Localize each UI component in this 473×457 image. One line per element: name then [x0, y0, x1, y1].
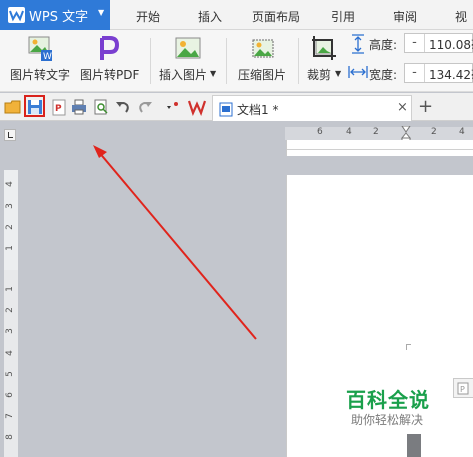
- height-decrease-button[interactable]: -: [405, 34, 425, 52]
- width-value: 134.42毫: [429, 68, 473, 82]
- app-title: WPS 文字: [29, 10, 89, 25]
- ruler-number: 6: [317, 127, 323, 137]
- width-label: 宽度:: [369, 68, 398, 82]
- svg-text:P: P: [460, 385, 465, 394]
- width-decrease-button[interactable]: -: [405, 64, 425, 82]
- crop-dropdown-icon[interactable]: ▼: [335, 69, 341, 78]
- ruler-number: 4: [4, 181, 15, 187]
- close-tab-icon[interactable]: ×: [397, 100, 408, 115]
- height-label: 高度:: [369, 38, 398, 52]
- svg-text:P: P: [55, 104, 62, 114]
- ruler-number: 1: [4, 286, 15, 292]
- picture-to-text-icon: W: [28, 36, 52, 62]
- menu-page-layout[interactable]: 页面布局: [252, 8, 300, 25]
- document-tab[interactable]: 文档1 * ×: [212, 95, 412, 121]
- crop-label: 裁剪: [307, 68, 332, 82]
- ruler-number: 2: [4, 224, 15, 230]
- menu-bar: WPS 文字 ▼ 开始 插入 页面布局 引用 审阅 视: [0, 0, 473, 30]
- menu-home[interactable]: 开始: [136, 8, 160, 25]
- ruler-number: 3: [4, 203, 15, 209]
- height-icon: [352, 34, 364, 54]
- pic-to-pdf-label: 图片转PDF: [80, 68, 140, 82]
- previous-page-bottom: [286, 140, 473, 156]
- ruler-tab-selector[interactable]: [4, 129, 16, 141]
- ruler-number: 4: [459, 127, 465, 137]
- insert-picture-label: 插入图片: [159, 68, 208, 82]
- ruler-number: 2: [4, 307, 15, 313]
- ruler-text-area: [4, 270, 18, 457]
- redo-icon[interactable]: [136, 98, 154, 116]
- insert-picture-button[interactable]: 插入图片 ▼: [158, 30, 220, 92]
- menu-references[interactable]: 引用: [331, 8, 355, 25]
- ruler-number: 3: [4, 328, 15, 334]
- insert-picture-icon: [175, 37, 201, 59]
- customize-toolbar-icon[interactable]: [164, 98, 182, 116]
- print-preview-icon[interactable]: [92, 98, 110, 116]
- crop-button[interactable]: 裁剪 ▼: [304, 30, 344, 92]
- horizontal-ruler[interactable]: 6 4 2 2 4: [285, 126, 473, 144]
- ruler-number: 6: [4, 392, 15, 398]
- ruler-number: 8: [4, 434, 15, 440]
- floating-tool-button[interactable]: P: [453, 378, 473, 398]
- document-tab-title: 文档1 *: [237, 103, 279, 117]
- ruler-number: 7: [4, 413, 15, 419]
- quick-access-toolbar: P 文档1 * × +: [0, 93, 473, 121]
- app-menu-caret-icon: ▼: [98, 8, 105, 17]
- wps-logo-icon: [8, 7, 25, 23]
- save-icon[interactable]: [26, 98, 44, 116]
- print-icon[interactable]: [70, 98, 88, 116]
- site-watermark: 百科全说 助你轻松解决: [336, 378, 438, 432]
- ribbon-toolbar: W 图片转文字 图片转PDF 插入图片 ▼ 压缩图片 裁剪 ▼ 高度: - 11…: [0, 30, 473, 92]
- wps-brand-icon[interactable]: [188, 98, 206, 116]
- watermark-subtitle: 助你轻松解决: [351, 413, 424, 427]
- pic-to-text-label: 图片转文字: [10, 68, 71, 82]
- document-icon: [219, 102, 233, 117]
- width-icon: [348, 66, 368, 78]
- ruler-number: 4: [346, 127, 352, 137]
- insert-picture-dropdown-icon[interactable]: ▼: [210, 69, 216, 78]
- open-folder-icon[interactable]: [4, 98, 22, 116]
- ruler-number: 1: [4, 245, 15, 251]
- scroll-indicator: [407, 434, 421, 457]
- ribbon-separator: [150, 38, 151, 84]
- height-value: 110.08毫: [429, 38, 473, 52]
- height-input[interactable]: - 110.08毫: [404, 33, 473, 53]
- undo-icon[interactable]: [114, 98, 132, 116]
- ruler-number: 4: [4, 350, 15, 356]
- floating-tool-icon: P: [457, 382, 469, 395]
- pdf-icon: [100, 36, 120, 60]
- vertical-ruler[interactable]: 4 3 2 1 1 2 3 4 5 6 7 8: [4, 170, 18, 457]
- ruler-number: 5: [4, 371, 15, 377]
- menu-view[interactable]: 视: [455, 8, 467, 25]
- ruler-number: 2: [373, 127, 379, 137]
- svg-text:W: W: [43, 52, 52, 62]
- app-menu-button[interactable]: WPS 文字 ▼: [0, 0, 110, 30]
- pic-to-pdf-button[interactable]: 图片转PDF: [78, 30, 142, 92]
- ribbon-separator: [226, 38, 227, 84]
- paragraph-margin-mark: [406, 344, 411, 350]
- compress-picture-icon: [252, 39, 274, 58]
- watermark-title: 百科全说: [346, 388, 430, 412]
- compress-picture-button[interactable]: 压缩图片: [234, 30, 292, 92]
- menu-insert[interactable]: 插入: [198, 8, 222, 25]
- menu-review[interactable]: 审阅: [393, 8, 417, 25]
- pic-to-text-button[interactable]: W 图片转文字: [8, 30, 72, 92]
- compress-picture-label: 压缩图片: [238, 68, 287, 82]
- ruler-number: 2: [431, 127, 437, 137]
- width-input[interactable]: - 134.42毫: [404, 63, 473, 83]
- new-tab-button[interactable]: +: [418, 96, 433, 117]
- crop-icon: [312, 36, 336, 60]
- export-pdf-icon[interactable]: P: [50, 98, 68, 116]
- ribbon-separator: [298, 38, 299, 84]
